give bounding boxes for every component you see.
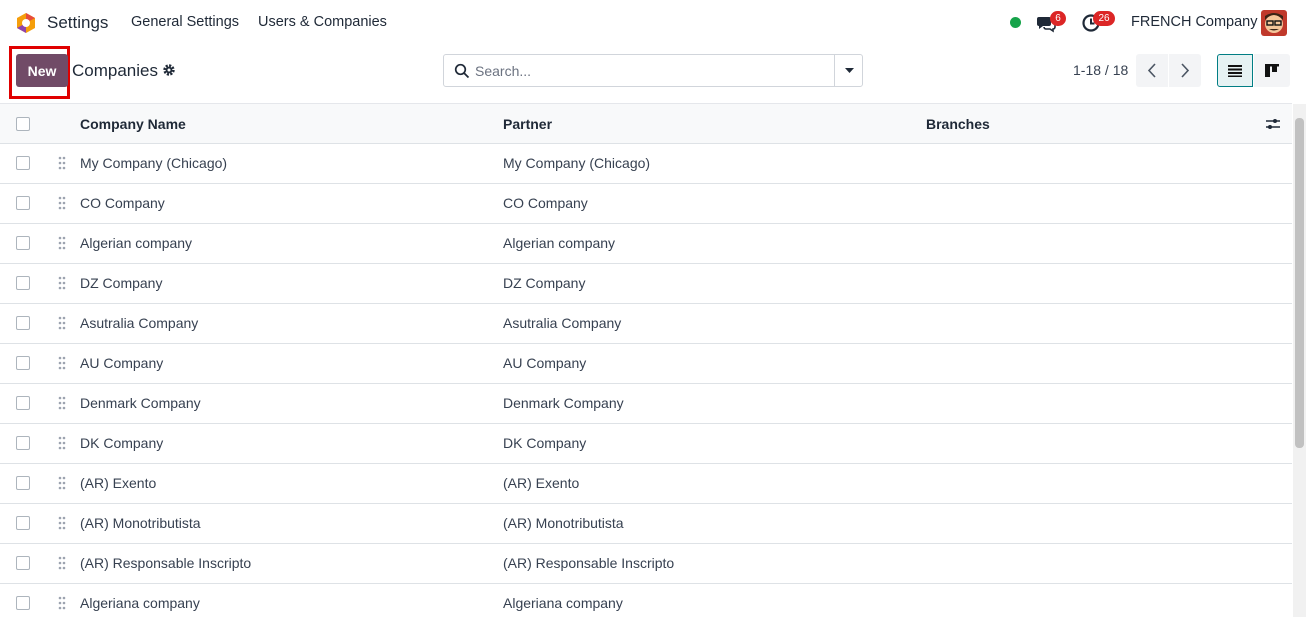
cell-partner: DK Company bbox=[503, 435, 587, 451]
presence-status-dot bbox=[1010, 17, 1021, 28]
row-checkbox[interactable] bbox=[16, 236, 30, 250]
drag-handle-icon[interactable] bbox=[58, 195, 66, 211]
row-checkbox[interactable] bbox=[16, 156, 30, 170]
cell-company-name: Denmark Company bbox=[80, 395, 201, 411]
list-view-button[interactable] bbox=[1217, 54, 1253, 87]
search-icon bbox=[454, 63, 470, 79]
chevron-right-icon bbox=[1181, 63, 1190, 78]
pager-previous-button[interactable] bbox=[1136, 54, 1168, 87]
row-checkbox[interactable] bbox=[16, 276, 30, 290]
select-all-checkbox[interactable] bbox=[16, 117, 30, 131]
drag-handle-icon[interactable] bbox=[58, 475, 66, 491]
gear-icon[interactable] bbox=[162, 63, 176, 77]
cell-partner: Denmark Company bbox=[503, 395, 624, 411]
table-row[interactable]: AU Company AU Company bbox=[0, 344, 1292, 384]
drag-handle-icon[interactable] bbox=[58, 595, 66, 611]
row-checkbox[interactable] bbox=[16, 596, 30, 610]
row-checkbox[interactable] bbox=[16, 316, 30, 330]
page-title[interactable]: Companies bbox=[72, 61, 158, 81]
company-switcher[interactable]: FRENCH Company bbox=[1131, 14, 1258, 30]
drag-handle-icon[interactable] bbox=[58, 275, 66, 291]
drag-handle-icon[interactable] bbox=[58, 395, 66, 411]
cell-partner: CO Company bbox=[503, 195, 588, 211]
table-row[interactable]: Asutralia Company Asutralia Company bbox=[0, 304, 1292, 344]
cell-partner: Algeriana company bbox=[503, 595, 623, 611]
table-row[interactable]: CO Company CO Company bbox=[0, 184, 1292, 224]
cell-company-name: Algeriana company bbox=[80, 595, 200, 611]
cell-partner: My Company (Chicago) bbox=[503, 155, 651, 171]
drag-handle-icon[interactable] bbox=[58, 355, 66, 371]
drag-handle-icon[interactable] bbox=[58, 555, 66, 571]
row-checkbox[interactable] bbox=[16, 516, 30, 530]
top-navbar: Settings General Settings Users & Compan… bbox=[0, 0, 1306, 46]
cell-company-name: DZ Company bbox=[80, 275, 163, 291]
cell-company-name: CO Company bbox=[80, 195, 165, 211]
row-checkbox[interactable] bbox=[16, 396, 30, 410]
kanban-view-icon bbox=[1265, 64, 1279, 77]
cell-company-name: (AR) Exento bbox=[80, 475, 157, 491]
scrollbar-thumb[interactable] bbox=[1295, 118, 1304, 448]
table-row[interactable]: (AR) Responsable Inscripto (AR) Responsab… bbox=[0, 544, 1292, 584]
new-button[interactable]: New bbox=[16, 54, 68, 87]
optional-columns-icon[interactable] bbox=[1265, 116, 1281, 132]
messages-count-badge: 6 bbox=[1050, 11, 1066, 26]
row-checkbox[interactable] bbox=[16, 196, 30, 210]
menu-general-settings[interactable]: General Settings bbox=[131, 14, 239, 30]
cell-company-name: Algerian company bbox=[80, 235, 193, 251]
column-header-partner[interactable]: Partner bbox=[503, 116, 552, 132]
column-header-branches[interactable]: Branches bbox=[926, 116, 990, 132]
table-row[interactable]: (AR) Exento (AR) Exento bbox=[0, 464, 1292, 504]
vertical-scrollbar[interactable] bbox=[1293, 104, 1306, 617]
drag-handle-icon[interactable] bbox=[58, 155, 66, 171]
row-checkbox[interactable] bbox=[16, 556, 30, 570]
cell-company-name: (AR) Monotributista bbox=[80, 515, 201, 531]
activities-count-badge: 26 bbox=[1093, 11, 1115, 26]
row-checkbox[interactable] bbox=[16, 356, 30, 370]
cell-company-name: DK Company bbox=[80, 435, 164, 451]
cell-partner: DZ Company bbox=[503, 275, 586, 291]
search-options-toggle[interactable] bbox=[834, 55, 863, 86]
table-row[interactable]: Denmark Company Denmark Company bbox=[0, 384, 1292, 424]
app-name[interactable]: Settings bbox=[47, 13, 108, 33]
column-header-company-name[interactable]: Company Name bbox=[80, 116, 186, 132]
drag-handle-icon[interactable] bbox=[58, 435, 66, 451]
drag-handle-icon[interactable] bbox=[58, 315, 66, 331]
table-row[interactable]: Algeriana company Algeriana company bbox=[0, 584, 1292, 617]
kanban-view-button[interactable] bbox=[1254, 54, 1290, 87]
menu-users-companies[interactable]: Users & Companies bbox=[258, 14, 387, 30]
table-row[interactable]: DZ Company DZ Company bbox=[0, 264, 1292, 304]
table-header: Company Name Partner Branches bbox=[0, 104, 1292, 144]
cell-partner: (AR) Responsable Inscripto bbox=[503, 555, 675, 571]
app-logo-icon[interactable] bbox=[15, 12, 37, 34]
table-row[interactable]: (AR) Monotributista (AR) Monotributista bbox=[0, 504, 1292, 544]
drag-handle-icon[interactable] bbox=[58, 515, 66, 531]
companies-list: Company Name Partner Branches My Company… bbox=[0, 103, 1292, 617]
pager-value[interactable]: 1-18 / 18 bbox=[1073, 62, 1128, 78]
cell-company-name: (AR) Responsable Inscripto bbox=[80, 555, 252, 571]
caret-down-icon bbox=[845, 68, 854, 73]
cell-partner: AU Company bbox=[503, 355, 587, 371]
cell-partner: Algerian company bbox=[503, 235, 616, 251]
cell-company-name: My Company (Chicago) bbox=[80, 155, 228, 171]
chevron-left-icon bbox=[1147, 63, 1156, 78]
user-avatar[interactable] bbox=[1261, 10, 1287, 36]
table-row[interactable]: Algerian company Algerian company bbox=[0, 224, 1292, 264]
cell-company-name: Asutralia Company bbox=[80, 315, 199, 331]
pager-next-button[interactable] bbox=[1169, 54, 1201, 87]
cell-partner: Asutralia Company bbox=[503, 315, 622, 331]
table-row[interactable]: DK Company DK Company bbox=[0, 424, 1292, 464]
search-bar bbox=[443, 54, 863, 87]
cell-company-name: AU Company bbox=[80, 355, 164, 371]
table-row[interactable]: My Company (Chicago) My Company (Chicago) bbox=[0, 144, 1292, 184]
cell-partner: (AR) Monotributista bbox=[503, 515, 624, 531]
drag-handle-icon[interactable] bbox=[58, 235, 66, 251]
row-checkbox[interactable] bbox=[16, 476, 30, 490]
cell-partner: (AR) Exento bbox=[503, 475, 580, 491]
list-view-icon bbox=[1228, 65, 1242, 77]
row-checkbox[interactable] bbox=[16, 436, 30, 450]
search-input[interactable] bbox=[475, 60, 830, 82]
